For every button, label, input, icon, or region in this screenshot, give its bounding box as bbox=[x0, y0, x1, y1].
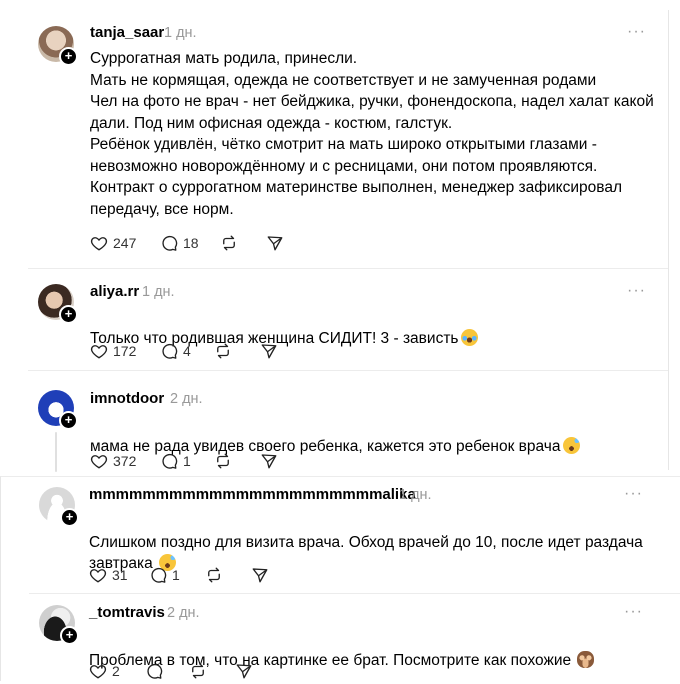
post-tanja-saar: + tanja_saar 1 дн. ··· Суррогатная мать … bbox=[28, 10, 668, 262]
share-button[interactable] bbox=[235, 662, 253, 680]
avatar[interactable]: + bbox=[38, 284, 78, 324]
avatar[interactable]: + bbox=[38, 390, 78, 430]
timestamp: 2 дн. bbox=[170, 391, 203, 407]
like-button[interactable]: 31 bbox=[89, 566, 128, 584]
heart-icon bbox=[89, 665, 107, 679]
follow-plus-icon[interactable]: + bbox=[60, 626, 79, 645]
share-button[interactable] bbox=[260, 452, 278, 470]
post-imnotdoor: + imnotdoor 2 дн. мама не рада увидев св… bbox=[28, 370, 668, 472]
timestamp: 1 дн. bbox=[142, 284, 175, 300]
sweat-smile-emoji bbox=[562, 436, 580, 454]
like-button[interactable]: 247 bbox=[90, 234, 136, 252]
thread-line bbox=[55, 432, 57, 472]
reply-count: 1 bbox=[183, 453, 191, 469]
reply-button[interactable]: 18 bbox=[160, 234, 199, 252]
repost-button[interactable] bbox=[205, 566, 223, 584]
share-button[interactable] bbox=[260, 342, 278, 360]
reply-button[interactable]: 4 bbox=[160, 342, 191, 360]
comment-icon bbox=[151, 567, 167, 583]
repost-icon bbox=[223, 235, 235, 251]
reply-button[interactable]: 1 bbox=[149, 566, 180, 584]
comment-icon bbox=[162, 343, 178, 359]
repost-button[interactable] bbox=[214, 452, 232, 470]
repost-icon bbox=[192, 663, 204, 679]
repost-icon bbox=[208, 567, 220, 583]
timestamp: 2 дн. bbox=[167, 605, 200, 621]
reply-count: 18 bbox=[183, 235, 199, 251]
heart-icon bbox=[90, 237, 108, 251]
reply-count: 4 bbox=[183, 343, 191, 359]
like-button[interactable]: 372 bbox=[90, 452, 136, 470]
avatar[interactable]: + bbox=[38, 26, 78, 66]
username[interactable]: tanja_saar bbox=[90, 24, 164, 41]
action-bar: 372 1 bbox=[90, 452, 390, 474]
send-icon bbox=[252, 568, 268, 583]
more-options-icon[interactable]: ··· bbox=[627, 23, 646, 41]
post-text: Суррогатная мать родила, принесли. Мать … bbox=[90, 50, 654, 218]
share-button[interactable] bbox=[266, 234, 284, 252]
laughing-tears-emoji bbox=[460, 328, 478, 346]
comment-icon bbox=[162, 235, 178, 251]
thread-panel-top: + tanja_saar 1 дн. ··· Суррогатная мать … bbox=[28, 10, 669, 472]
post-text: Слишком поздно для визита врача. Обход в… bbox=[89, 510, 659, 575]
send-icon bbox=[261, 344, 277, 359]
repost-button[interactable] bbox=[189, 662, 207, 680]
more-options-icon[interactable]: ··· bbox=[624, 603, 643, 621]
like-count: 31 bbox=[112, 567, 128, 583]
follow-plus-icon[interactable]: + bbox=[59, 47, 78, 66]
more-options-icon[interactable]: ··· bbox=[624, 485, 643, 503]
reply-button[interactable] bbox=[145, 662, 168, 680]
share-button[interactable] bbox=[251, 566, 269, 584]
follow-plus-icon[interactable]: + bbox=[60, 508, 79, 527]
more-options-icon[interactable]: ··· bbox=[627, 282, 646, 300]
username[interactable]: imnotdoor bbox=[90, 390, 164, 407]
like-count: 247 bbox=[113, 235, 137, 251]
action-bar: 2 bbox=[89, 662, 389, 684]
see-no-evil-monkey-emoji bbox=[577, 650, 595, 668]
post-text: мама не рада увидев своего ребенка, каже… bbox=[90, 414, 660, 457]
post-malika: + mmmmmmmmmmmmmmmmmmmmmmalika 1 дн. ··· … bbox=[1, 477, 680, 595]
reply-button[interactable]: 1 bbox=[160, 452, 191, 470]
reply-count: 1 bbox=[172, 567, 180, 583]
follow-plus-icon[interactable]: + bbox=[59, 305, 78, 324]
repost-icon bbox=[217, 343, 229, 359]
comment-icon bbox=[147, 663, 163, 679]
username[interactable]: mmmmmmmmmmmmmmmmmmmmmmalika bbox=[89, 486, 416, 503]
like-button[interactable]: 2 bbox=[89, 662, 120, 680]
action-bar: 247 18 bbox=[90, 234, 390, 256]
avatar[interactable]: + bbox=[39, 605, 79, 645]
timestamp: 1 дн. bbox=[164, 25, 197, 41]
thread-panel-bottom: + mmmmmmmmmmmmmmmmmmmmmmalika 1 дн. ··· … bbox=[0, 476, 680, 681]
post-tomtravis: + _tomtravis 2 дн. ··· Проблема в том, ч… bbox=[1, 593, 680, 681]
action-bar: 172 4 bbox=[90, 342, 390, 364]
comment-icon bbox=[162, 453, 178, 469]
like-count: 372 bbox=[113, 453, 137, 469]
like-count: 172 bbox=[113, 343, 137, 359]
post-aliya-rr: + aliya.rr 1 дн. ··· Только что родившая… bbox=[28, 268, 668, 370]
like-button[interactable]: 172 bbox=[90, 342, 136, 360]
send-icon bbox=[267, 236, 283, 251]
send-icon bbox=[236, 664, 252, 679]
username[interactable]: aliya.rr bbox=[90, 283, 139, 300]
timestamp: 1 дн. bbox=[399, 487, 432, 503]
heart-icon bbox=[89, 569, 107, 583]
like-count: 2 bbox=[112, 663, 120, 679]
avatar[interactable]: + bbox=[39, 487, 79, 527]
repost-button[interactable] bbox=[220, 234, 238, 252]
repost-button[interactable] bbox=[214, 342, 232, 360]
send-icon bbox=[261, 454, 277, 469]
repost-icon bbox=[217, 453, 229, 469]
heart-icon bbox=[90, 455, 108, 469]
action-bar: 31 1 bbox=[89, 566, 389, 588]
heart-icon bbox=[90, 345, 108, 359]
follow-plus-icon[interactable]: + bbox=[59, 411, 78, 430]
username[interactable]: _tomtravis bbox=[89, 604, 165, 621]
